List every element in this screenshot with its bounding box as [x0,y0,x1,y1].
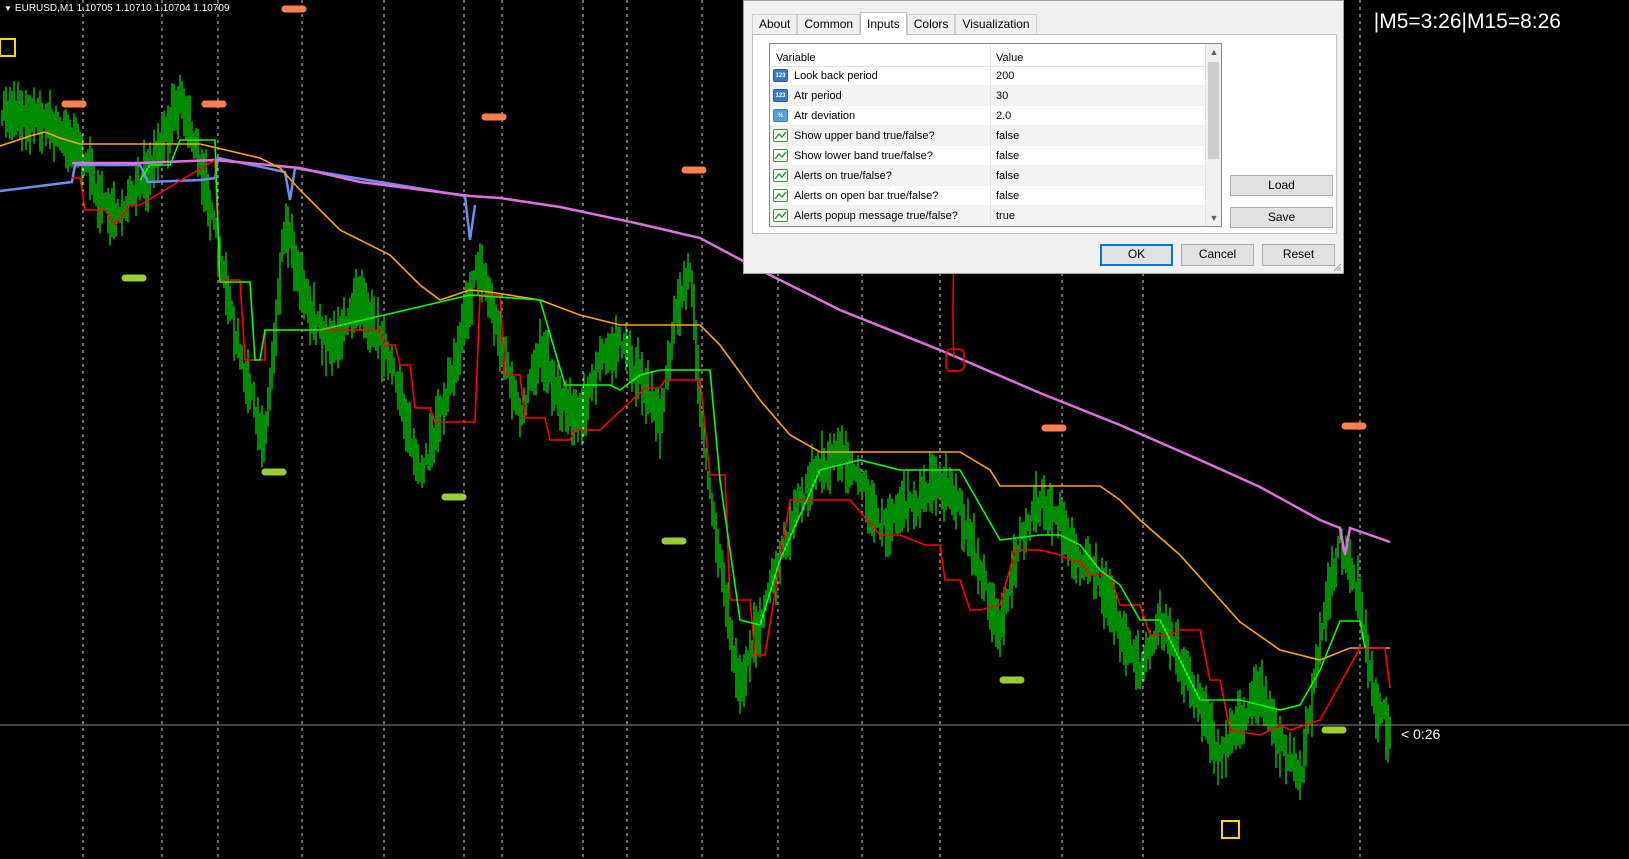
integer-type-icon: 123 [773,69,788,82]
input-row[interactable]: Show upper band true/false? false [770,126,1207,146]
input-variable-label: Atr deviation [794,109,856,122]
inputs-panel: Variable Value 123 Look back period 200 123… [752,34,1337,234]
input-value-cell[interactable]: true [991,206,1207,225]
ok-button[interactable]: OK [1100,244,1173,266]
input-value-cell[interactable]: 30 [991,86,1207,105]
input-variable-cell: Alerts on open bar true/false? [770,186,991,205]
input-variable-label: Look back period [794,69,878,82]
double-type-icon: ½ [773,109,788,122]
collapse-triangle-icon[interactable]: ▼ [4,4,12,13]
column-header-variable[interactable]: Variable [770,44,991,66]
bool-type-icon [773,149,788,162]
grid-rows: 123 Look back period 200 123 Atr period 30 ½ At… [770,66,1207,226]
column-header-value[interactable]: Value [991,44,1221,66]
bool-type-icon [773,209,788,222]
bool-type-icon [773,129,788,142]
input-row[interactable]: Alerts on open bar true/false? false [770,186,1207,206]
input-row[interactable]: Alerts on true/false? false [770,166,1207,186]
high-box-marker [0,38,16,57]
resize-grip-icon[interactable] [1332,262,1342,272]
input-variable-label: Alerts popup message true/false? [794,209,958,222]
input-value-cell[interactable]: false [991,126,1207,145]
input-variable-label: Alerts on open bar true/false? [794,189,939,202]
input-variable-cell: Show upper band true/false? [770,126,991,145]
scrollbar-thumb[interactable] [1208,62,1219,159]
input-variable-cell: 123 Atr period [770,86,991,105]
input-variable-cell: Show lower band true/false? [770,146,991,165]
tab-common[interactable]: Common [797,14,861,34]
baseline-ma-blue [0,156,477,241]
tab-visualization[interactable]: Visualization [955,14,1037,34]
input-row[interactable]: 123 Look back period 200 [770,66,1207,86]
timeframe-timer: |M5=3:26|M15=8:26 [1373,10,1561,33]
scroll-up-arrow-icon[interactable]: ▲ [1206,44,1221,60]
low-box-marker [1221,820,1240,839]
grid-scrollbar[interactable]: ▲ ▼ [1205,44,1221,226]
input-value-cell[interactable]: false [991,166,1207,185]
input-row[interactable]: Alerts popup message true/false? true [770,206,1207,226]
reset-button[interactable]: Reset [1262,244,1335,266]
tab-about[interactable]: About [752,14,798,34]
scroll-down-arrow-icon[interactable]: ▼ [1206,210,1221,226]
symbol-info: ▼ EURUSD,M1 1.10705 1.10710 1.10704 1.107… [4,3,230,14]
input-variable-cell: Alerts on true/false? [770,166,991,185]
input-value-cell[interactable]: false [991,186,1207,205]
bar-countdown-label: < 0:26 [1401,726,1441,742]
save-button[interactable]: Save [1230,207,1333,228]
input-variable-label: Atr period [794,89,842,102]
input-variable-cell: 123 Look back period [770,66,991,85]
bool-type-icon [773,169,788,182]
cancel-button[interactable]: Cancel [1181,244,1254,266]
input-value-cell[interactable]: 2.0 [991,106,1207,125]
input-value-cell[interactable]: false [991,146,1207,165]
input-variable-cell: ½ Atr deviation [770,106,991,125]
integer-type-icon: 123 [773,89,788,102]
input-variable-label: Show lower band true/false? [794,149,933,162]
tab-inputs[interactable]: Inputs [860,12,907,35]
grid-header: Variable Value [770,44,1221,67]
input-value-cell[interactable]: 200 [991,66,1207,85]
input-variable-label: Alerts on true/false? [794,169,892,182]
input-row[interactable]: Show lower band true/false? false [770,146,1207,166]
input-variable-label: Show upper band true/false? [794,129,935,142]
inputs-grid[interactable]: Variable Value 123 Look back period 200 123… [769,43,1222,227]
symbol-quote-text: EURUSD,M1 1.10705 1.10710 1.10704 1.1070… [14,3,230,14]
input-row[interactable]: 123 Atr period 30 [770,86,1207,106]
tab-colors[interactable]: Colors [906,14,956,34]
input-variable-cell: Alerts popup message true/false? [770,206,991,225]
indicator-properties-dialog: About Common Inputs Colors Visualization… [743,0,1344,274]
dialog-tabs: About Common Inputs Colors Visualization [752,12,1037,35]
input-row[interactable]: ½ Atr deviation 2.0 [770,106,1207,126]
load-button[interactable]: Load [1230,175,1333,196]
bool-type-icon [773,189,788,202]
